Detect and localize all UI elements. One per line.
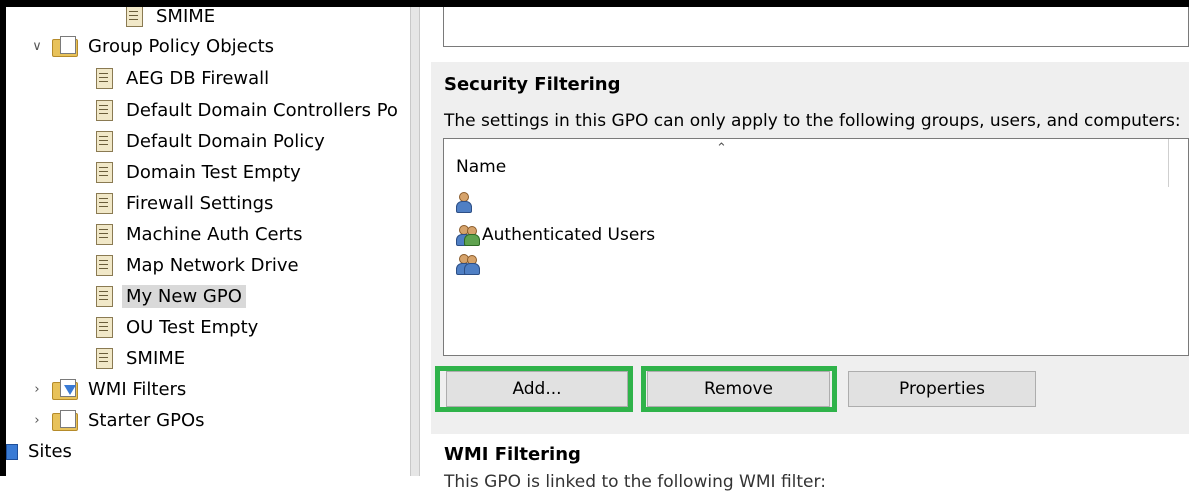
tree-item-starter-gpos[interactable]: › Starter GPOs — [28, 405, 209, 435]
tree-item-gpo[interactable]: Default Domain Policy — [94, 126, 329, 156]
tree-item-label: Machine Auth Certs — [126, 223, 303, 245]
column-divider — [1168, 139, 1169, 187]
list-item[interactable] — [456, 191, 482, 213]
gpo-icon — [94, 316, 114, 338]
gpo-icon — [94, 192, 114, 214]
gpo-icon — [124, 7, 144, 27]
tree-item-label: Default Domain Controllers Po — [126, 99, 398, 121]
list-item[interactable]: Authenticated Users — [456, 224, 655, 246]
chevron-down-icon[interactable]: ∨ — [28, 37, 46, 55]
gpo-icon — [94, 161, 114, 183]
wmi-filtering-description: This GPO is linked to the following WMI … — [444, 472, 826, 492]
security-filtering-list[interactable]: ⌃ Name Authenticated Users — [443, 138, 1189, 356]
tree-item-label: WMI Filters — [88, 378, 187, 400]
remove-button-highlight — [641, 366, 837, 412]
details-pane: Security Filtering The settings in this … — [420, 7, 1189, 492]
tree-item-label: SMIME — [126, 347, 186, 369]
tree-item-label: Group Policy Objects — [88, 35, 275, 57]
tree-item-group-policy-objects[interactable]: ∨ Group Policy Objects — [28, 31, 278, 61]
security-filtering-title: Security Filtering — [444, 74, 621, 95]
users-group-icon — [456, 225, 480, 246]
tree-item-gpo[interactable]: SMIME — [94, 343, 189, 373]
sites-icon — [6, 442, 18, 460]
users-icon — [456, 254, 480, 275]
tree-item-gpo[interactable]: OU Test Empty — [94, 312, 262, 342]
folder-icon — [52, 36, 78, 57]
tree-item-gpo[interactable]: Map Network Drive — [94, 250, 303, 280]
tree-item-gpo[interactable]: Machine Auth Certs — [94, 219, 306, 249]
tree-item-label: Default Domain Policy — [126, 130, 325, 152]
user-icon — [456, 192, 478, 213]
gpo-icon — [94, 254, 114, 276]
gpo-icon — [94, 67, 114, 89]
tree-item-my-new-gpo-selected[interactable]: My New GPO — [94, 281, 246, 311]
list-item-label: Authenticated Users — [482, 225, 656, 245]
wmi-filtering-title: WMI Filtering — [444, 444, 581, 465]
pane-splitter[interactable] — [410, 7, 420, 476]
gpo-icon — [94, 130, 114, 152]
properties-button[interactable]: Properties — [848, 371, 1036, 407]
folder-filter-icon — [52, 379, 78, 400]
add-button-highlight — [435, 366, 633, 412]
security-filtering-description: The settings in this GPO can only apply … — [444, 111, 1181, 131]
gpo-icon — [94, 285, 114, 307]
tree-item-gpo[interactable]: Firewall Settings — [94, 188, 277, 218]
window-top-border — [0, 0, 1189, 7]
list-item[interactable] — [456, 253, 482, 275]
tree-item-label: Starter GPOs — [88, 409, 205, 431]
column-header-name[interactable]: Name — [456, 157, 506, 177]
gpo-icon — [94, 223, 114, 245]
tree-item-label: Map Network Drive — [126, 254, 299, 276]
gpmc-tree-pane[interactable]: SMIME ∨ Group Policy Objects AEG DB Fire… — [6, 7, 410, 476]
tree-item-label: SMIME — [156, 7, 216, 27]
chevron-right-icon[interactable]: › — [28, 380, 46, 398]
tree-item-smime-top[interactable]: SMIME — [124, 7, 219, 31]
folder-icon — [52, 410, 78, 431]
links-list-box — [443, 7, 1189, 47]
sort-caret-icon: ⌃ — [716, 141, 727, 156]
gpo-icon — [94, 347, 114, 369]
tree-item-gpo[interactable]: Domain Test Empty — [94, 157, 305, 187]
tree-item-label: Domain Test Empty — [126, 161, 301, 183]
tree-item-gpo[interactable]: Default Domain Controllers Po — [94, 95, 402, 125]
chevron-right-icon[interactable]: › — [28, 411, 46, 429]
tree-item-gpo[interactable]: AEG DB Firewall — [94, 63, 273, 93]
tree-item-label: Firewall Settings — [126, 192, 274, 214]
gpo-icon — [94, 99, 114, 121]
tree-item-label: Sites — [28, 440, 72, 462]
tree-item-wmi-filters[interactable]: › WMI Filters — [28, 374, 190, 404]
tree-item-sites[interactable]: Sites — [6, 436, 76, 466]
tree-item-label: AEG DB Firewall — [126, 67, 270, 89]
tree-item-label: My New GPO — [122, 284, 246, 308]
tree-item-label: OU Test Empty — [126, 316, 259, 338]
